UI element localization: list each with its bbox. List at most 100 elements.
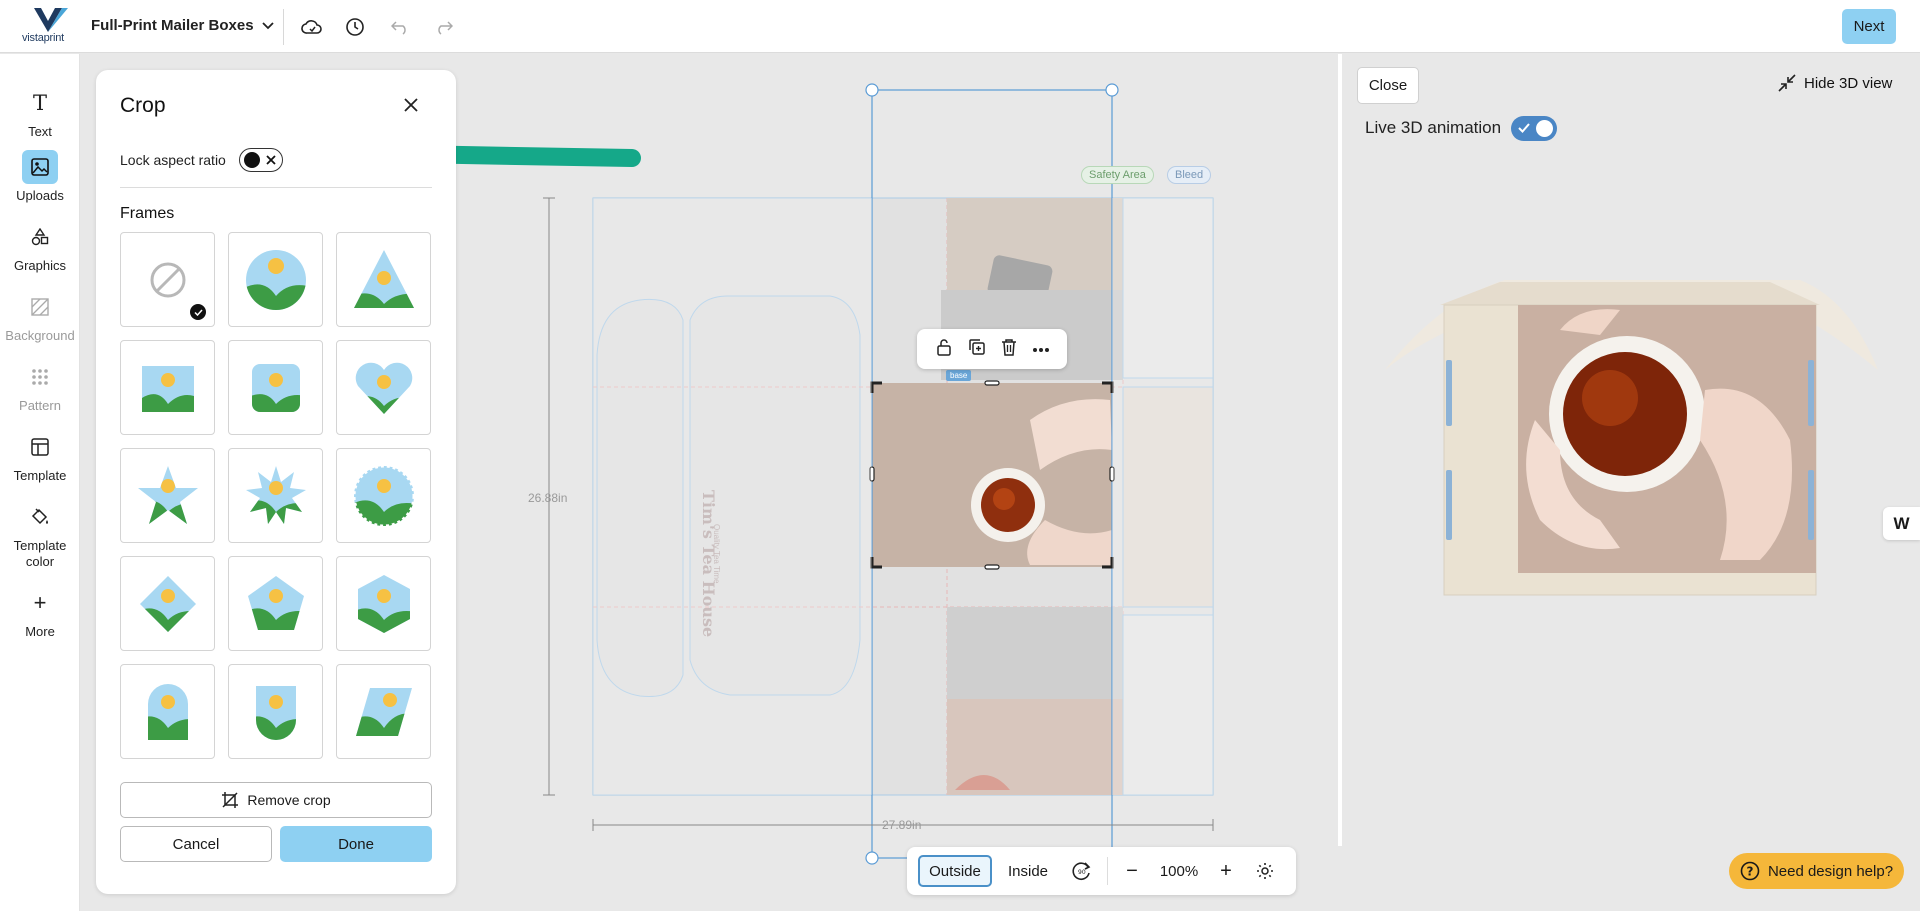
undo-icon[interactable] [387,14,413,40]
sidebar-item-pattern[interactable]: Pattern [0,360,80,413]
live-3d-toggle[interactable] [1511,116,1557,141]
rotate-90-icon[interactable]: 90 [1067,855,1097,887]
frame-heart[interactable] [336,340,431,435]
selected-check-icon [190,304,206,320]
history-icon[interactable] [342,14,368,40]
lock-aspect-toggle[interactable] [239,148,283,172]
sidebar-item-label: Pattern [19,398,61,413]
crop-panel: Crop Lock aspect ratio Frames Remove cro… [96,70,456,894]
next-button[interactable]: Next [1842,9,1896,44]
crop-off-icon [222,792,239,808]
inside-view-button[interactable]: Inside [999,855,1057,887]
frame-scalloped-circle[interactable] [336,448,431,543]
frame-arch[interactable] [120,664,215,759]
hide-3d-view-button[interactable]: Hide 3D view [1778,74,1892,92]
check-icon [1518,123,1530,133]
bleed-tag: Bleed [1167,166,1212,184]
background-icon [22,290,58,324]
pattern-icon [22,360,58,394]
top-bar: vistaprint Full-Print Mailer Boxes Next [0,0,1920,53]
frame-rounded-square[interactable] [228,340,323,435]
height-dimension: 26.88in [528,491,568,505]
sidebar-item-label: Uploads [16,188,64,203]
frames-heading: Frames [120,205,175,222]
image-toolbar [917,329,1067,369]
more-options-icon[interactable] [1032,340,1050,358]
svg-text:?: ? [1746,865,1753,879]
zoom-level: 100% [1159,862,1199,880]
settings-gear-icon[interactable] [1250,855,1280,887]
unlock-icon[interactable] [935,338,953,361]
side-widget-w-icon[interactable]: W [1883,507,1920,540]
collapse-icon [1778,74,1796,92]
product-title: Full-Print Mailer Boxes [91,17,254,34]
diamond-frame-icon [139,575,196,632]
toggle-knob [244,152,260,168]
rounded-square-frame-icon [251,363,300,412]
shield-frame-icon [255,685,296,740]
outside-view-button[interactable]: Outside [918,855,992,887]
sidebar-item-template-color[interactable]: Template color [0,500,80,570]
redo-icon[interactable] [431,14,457,40]
frame-shield[interactable] [228,664,323,759]
delete-icon[interactable] [1001,338,1017,361]
zoom-in-icon[interactable]: + [1211,855,1241,887]
box-brand-subtext: Quality Tea Time [712,524,721,584]
divider [1107,857,1108,885]
x-icon [266,155,276,165]
view-controls: Outside Inside 90 − 100% + [907,847,1296,895]
chevron-down-icon [261,21,274,29]
width-dimension: 27.89in [882,818,922,832]
frame-square[interactable] [120,340,215,435]
crop-panel-title: Crop [120,94,166,117]
duplicate-icon[interactable] [968,338,986,361]
frame-parallelogram[interactable] [336,664,431,759]
close-icon[interactable] [398,92,424,118]
sidebar-item-label: More [25,624,55,639]
cloud-save-icon[interactable] [299,14,325,40]
image-upload-icon [22,150,58,184]
lock-aspect-label: Lock aspect ratio [120,152,226,168]
sidebar-item-label: Template color [13,538,67,569]
sidebar-item-template[interactable]: Template [0,430,80,483]
frame-diamond[interactable] [120,556,215,651]
sidebar-item-more[interactable]: + More [0,586,80,640]
frame-hexagon[interactable] [336,556,431,651]
sidebar-item-text[interactable]: T Text [0,86,80,139]
sidebar-item-label: Template [13,468,67,483]
frame-star[interactable] [120,448,215,543]
frame-pentagon[interactable] [228,556,323,651]
triangle-frame-icon [353,249,414,308]
circle-frame-icon [245,249,306,310]
zoom-out-icon[interactable]: − [1117,855,1147,887]
pentagon-frame-icon [247,575,304,630]
design-canvas[interactable]: Safety Area Bleed 26.88in 27.89in base T… [456,54,1336,911]
remove-crop-label: Remove crop [247,792,331,808]
brand-name: vistaprint [22,32,65,44]
sidebar-item-background[interactable]: Background [0,290,80,343]
parallelogram-frame-icon [355,687,412,736]
box-3d-preview[interactable] [1338,54,1920,846]
hexagon-frame-icon [357,574,410,633]
need-design-help-button[interactable]: ? Need design help? [1729,853,1904,889]
cancel-button[interactable]: Cancel [120,826,272,862]
frame-none[interactable] [120,232,215,327]
no-frame-icon [150,262,185,297]
svg-text:90: 90 [1078,869,1086,876]
image-tag: base [946,370,972,381]
remove-crop-button[interactable]: Remove crop [120,782,432,818]
arch-frame-icon [147,683,188,740]
sidebar-item-graphics[interactable]: Graphics [0,220,80,273]
product-title-dropdown[interactable]: Full-Print Mailer Boxes [91,17,274,34]
frame-triangle[interactable] [336,232,431,327]
scalloped-circle-frame-icon [352,464,415,527]
sidebar-item-uploads[interactable]: Uploads [0,150,80,203]
safety-area-tag: Safety Area [1081,166,1154,184]
frame-starburst[interactable] [228,448,323,543]
done-button[interactable]: Done [280,826,432,862]
close-3d-button[interactable]: Close [1357,67,1419,104]
plus-icon: + [33,590,47,615]
frame-circle[interactable] [228,232,323,327]
toggle-knob [1536,120,1553,137]
preview-3d-pane [1338,54,1920,846]
